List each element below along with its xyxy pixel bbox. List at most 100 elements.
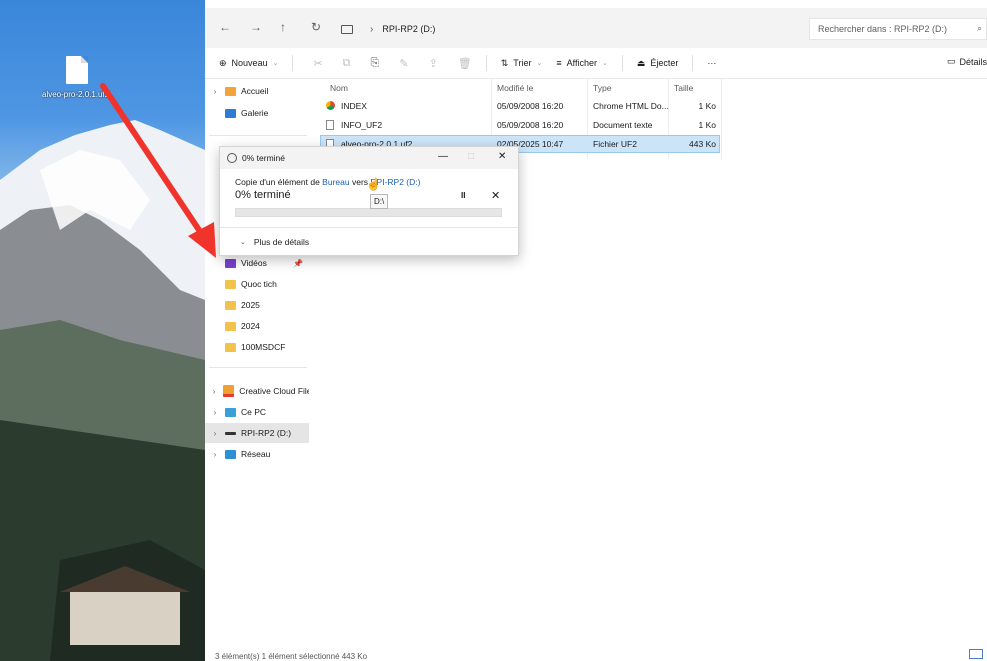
eject-label: Éjecter xyxy=(650,58,679,68)
more-options-button[interactable]: ··· xyxy=(707,58,716,68)
close-button[interactable]: ✕ xyxy=(498,151,506,162)
table-row[interactable]: INFO_UF2 05/09/2008 16:20 Document texte… xyxy=(320,116,720,134)
chevron-right-icon[interactable]: › xyxy=(205,429,225,438)
creative-cloud-icon xyxy=(223,385,235,397)
sidebar-item-2024[interactable]: 2024 xyxy=(205,316,309,336)
dialog-title: 0% terminé xyxy=(242,153,285,163)
sidebar-item-reseau[interactable]: › Réseau xyxy=(205,444,309,464)
rename-icon[interactable]: ✎ xyxy=(399,57,408,70)
chevron-right-icon[interactable]: › xyxy=(205,387,223,396)
copy-prefix: Copie d'un élément de xyxy=(235,177,320,187)
sidebar-item-quoc-tich[interactable]: Quoc tich xyxy=(205,274,309,294)
new-label: Nouveau xyxy=(231,58,268,68)
text-file-icon xyxy=(326,120,334,130)
file-size: 1 Ko xyxy=(698,101,717,111)
pin-icon[interactable]: 📌 xyxy=(293,259,303,268)
sidebar-item-label: Réseau xyxy=(241,449,271,459)
folder-icon xyxy=(225,300,236,310)
source-link[interactable]: Bureau xyxy=(322,177,349,187)
view-label: Afficher xyxy=(566,58,597,68)
column-header-modified[interactable]: Modifié le xyxy=(497,79,533,97)
more-details-label: Plus de détails xyxy=(253,237,310,247)
copy-description: Copie d'un élément de Bureau vers RPI-RP… xyxy=(235,177,420,187)
command-bar: ⊕ Nouveau ⌄ ✂ ⧉ ⎘ ✎ ⇪ 🗑 ⇅ Trier ⌄ ≡ Affi… xyxy=(205,48,987,79)
sidebar-item-label: 2025 xyxy=(241,300,260,310)
dialog-divider xyxy=(220,227,518,228)
sidebar-item-label: Quoc tich xyxy=(241,279,277,289)
home-icon xyxy=(225,86,236,96)
desktop-wallpaper: alveo-pro-2.0.1.uf2 xyxy=(0,0,205,661)
toolbar-divider xyxy=(485,55,487,71)
sidebar-item-ce-pc[interactable]: › Ce PC xyxy=(205,402,309,422)
column-header-size[interactable]: Taille xyxy=(674,79,693,97)
chevron-down-icon: ⌄ xyxy=(601,60,608,67)
column-header-type[interactable]: Type xyxy=(593,79,611,97)
chrome-html-icon xyxy=(326,101,335,110)
view-button[interactable]: ≡ Afficher ⌄ xyxy=(556,58,608,68)
sidebar-item-label: Accueil xyxy=(241,86,269,96)
chevron-right-icon[interactable]: › xyxy=(205,408,225,417)
refresh-icon[interactable]: ↻ xyxy=(311,20,321,34)
delete-icon[interactable]: 🗑 xyxy=(458,57,472,70)
sidebar-item-label: Galerie xyxy=(241,108,269,118)
minimize-button[interactable]: — xyxy=(438,151,448,162)
eject-button[interactable]: ⏏ Éjecter xyxy=(637,58,679,69)
search-icon: ⌕ xyxy=(976,23,982,33)
details-button[interactable]: ▭ Détails xyxy=(947,56,987,67)
sort-button[interactable]: ⇅ Trier ⌄ xyxy=(501,58,543,69)
desktop-file-icon[interactable] xyxy=(66,56,88,84)
chevron-right-icon[interactable]: › xyxy=(205,87,225,96)
share-icon[interactable]: ⇪ xyxy=(429,57,438,70)
file-modified: 05/09/2008 16:20 xyxy=(497,120,564,130)
chevron-right-icon[interactable]: › xyxy=(205,450,225,459)
pause-button[interactable]: II xyxy=(461,191,465,200)
search-input[interactable]: Rechercher dans : RPI-RP2 (D:) ⌕ xyxy=(809,18,987,40)
paste-icon[interactable]: ⎘ xyxy=(371,57,380,70)
table-row[interactable]: INDEX 05/09/2008 16:20 Chrome HTML Do...… xyxy=(320,97,720,115)
sidebar-item-rpi-rp2[interactable]: › RPI-RP2 (D:) xyxy=(205,423,309,443)
sidebar-item-galerie[interactable]: Galerie xyxy=(205,103,309,123)
cut-icon[interactable]: ✂ xyxy=(313,57,322,70)
toolbar-divider xyxy=(292,55,294,71)
more-details-button[interactable]: ⌄ Plus de détails xyxy=(240,237,309,247)
sidebar-item-2025[interactable]: 2025 xyxy=(205,295,309,315)
cancel-button[interactable]: ✕ xyxy=(491,189,500,202)
sidebar-item-label: Vidéos xyxy=(241,258,267,268)
forward-icon[interactable]: → xyxy=(250,20,262,34)
sidebar-item-videos[interactable]: Vidéos 📌 xyxy=(205,253,309,273)
file-type: Fichier UF2 xyxy=(593,139,637,149)
sidebar-item-100msdcf[interactable]: 100MSDCF xyxy=(205,337,309,357)
chevron-down-icon: ⌄ xyxy=(240,239,246,246)
desktop-file-label[interactable]: alveo-pro-2.0.1.uf2 xyxy=(42,90,114,99)
dialog-title-bar: 0% terminé — □ ✕ xyxy=(220,147,518,169)
sort-icon: ⇅ xyxy=(500,57,509,68)
file-name: INDEX xyxy=(341,101,367,111)
mountain-landscape xyxy=(0,120,205,661)
folder-icon xyxy=(225,342,236,352)
details-pane-icon: ▭ xyxy=(946,56,956,66)
search-placeholder: Rechercher dans : RPI-RP2 (D:) xyxy=(818,24,948,34)
column-header-name[interactable]: Nom xyxy=(330,79,348,97)
copy-icon[interactable]: ⧉ xyxy=(343,57,351,70)
clock-icon xyxy=(227,153,237,163)
hand-cursor-icon: ☝ xyxy=(366,177,381,191)
view-icon: ≡ xyxy=(556,58,562,68)
address-bar[interactable]: › RPI-RP2 (D:) xyxy=(341,18,801,40)
file-size: 1 Ko xyxy=(698,120,717,130)
details-view-icon[interactable] xyxy=(969,649,983,659)
back-icon[interactable]: ← xyxy=(219,20,231,34)
chevron-down-icon: ⌄ xyxy=(536,60,543,67)
sidebar-item-accueil[interactable]: › Accueil xyxy=(205,81,309,101)
pc-icon xyxy=(341,24,353,34)
pc-icon xyxy=(225,407,236,417)
file-type: Chrome HTML Do... xyxy=(593,101,669,111)
sidebar-item-creative-cloud[interactable]: › Creative Cloud Files xyxy=(205,381,309,401)
address-path[interactable]: RPI-RP2 (D:) xyxy=(382,24,435,34)
up-icon[interactable]: ↑ xyxy=(280,20,286,34)
eject-icon: ⏏ xyxy=(636,57,646,68)
sidebar-item-label: 2024 xyxy=(241,321,260,331)
file-explorer-window: ← → ↑ ↻ › RPI-RP2 (D:) Rechercher dans :… xyxy=(205,8,987,661)
gallery-icon xyxy=(225,108,236,118)
folder-icon xyxy=(225,279,236,289)
new-button[interactable]: ⊕ Nouveau ⌄ xyxy=(219,58,278,69)
